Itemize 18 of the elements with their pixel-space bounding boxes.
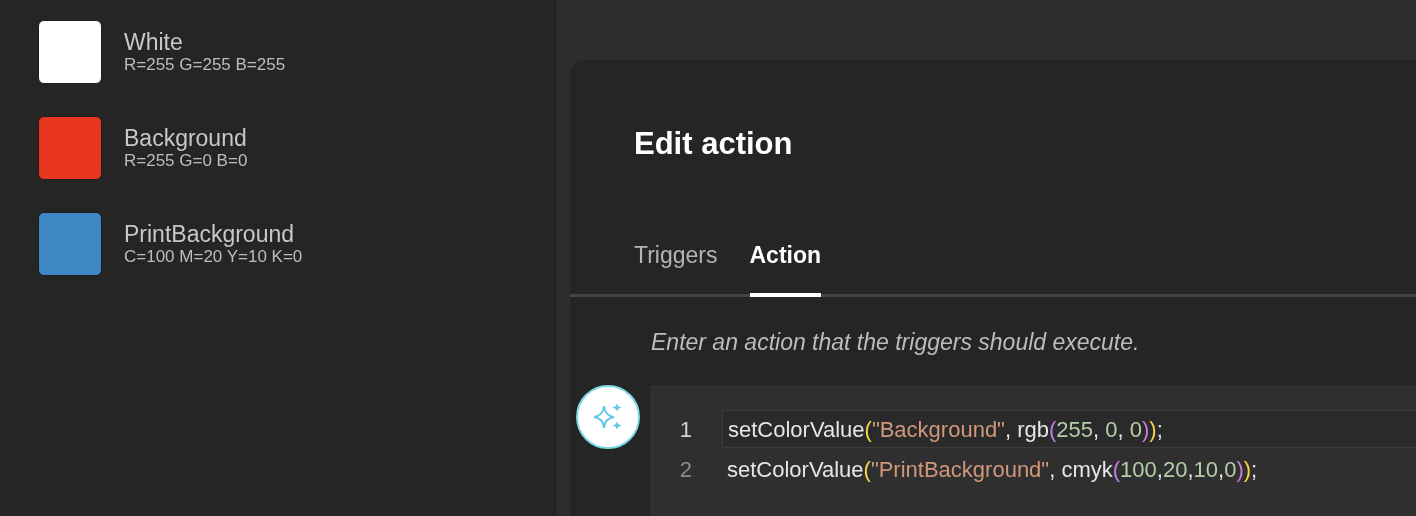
color-swatch[interactable] (38, 20, 102, 84)
magic-button[interactable] (576, 385, 640, 449)
swatch-values: R=255 G=255 B=255 (124, 55, 286, 75)
swatch-name: White (124, 29, 184, 55)
color-swatch[interactable] (38, 116, 102, 180)
color-swatch[interactable] (38, 212, 102, 276)
code-line: setColorValue("PrintBackground", cmyk(100,20,10,0)); (726, 455, 1259, 484)
hint-text: Enter an action that the triggers should execute. (651, 327, 1141, 357)
tab[interactable]: Action (749, 228, 822, 297)
code-editor[interactable]: 1 setColorValue("Background", rgb(255, 0, 0)); 2 setColorValue("PrintBackground", cmyk(100,20,10,0)); (650, 385, 1416, 516)
swatch-values: C=100 M=20 Y=10 K=0 (124, 247, 303, 267)
swatch-values: R=255 G=0 B=0 (124, 151, 248, 171)
swatch-name: PrintBackground (124, 221, 296, 247)
line-number: 2 (678, 455, 693, 484)
tab[interactable]: Triggers (634, 228, 718, 297)
dialog-title: Edit action (634, 125, 794, 163)
line-number: 1 (678, 415, 693, 444)
swatch-name: Background (124, 125, 248, 151)
